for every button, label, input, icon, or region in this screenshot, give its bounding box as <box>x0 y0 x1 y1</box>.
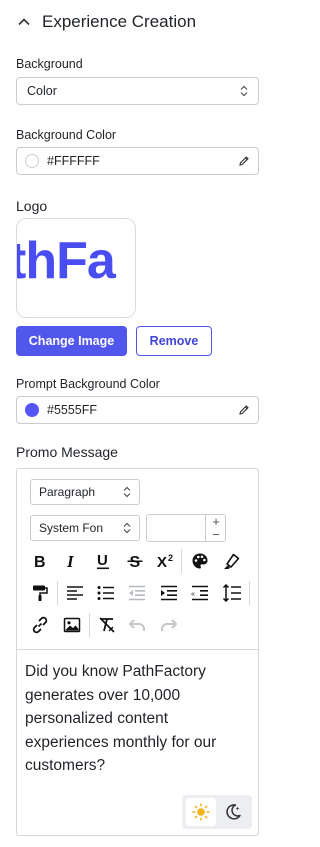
paint-roller-icon[interactable] <box>28 581 52 605</box>
font-family-select[interactable]: System Fon <box>30 515 140 541</box>
bold-icon[interactable]: B <box>28 549 52 573</box>
logo-preview: thFa <box>16 218 136 318</box>
remove-button[interactable]: Remove <box>136 326 212 356</box>
outdent-icon <box>125 581 149 605</box>
promo-message-content[interactable]: Did you know PathFactory generates over … <box>17 649 258 778</box>
background-color-field[interactable]: #FFFFFF <box>16 147 259 175</box>
pencil-icon[interactable] <box>238 404 250 416</box>
rich-text-editor[interactable]: Paragraph System Fon + − B I U S X2 « Di… <box>16 468 259 836</box>
prompt-background-color-swatch[interactable] <box>25 403 39 417</box>
redo-icon <box>157 613 181 637</box>
background-select-value: Color <box>27 84 57 98</box>
underline-icon[interactable]: U <box>91 549 115 573</box>
background-label: Background <box>16 57 83 71</box>
block-format-value: Paragraph <box>39 485 96 499</box>
select-caret-icon <box>240 85 248 97</box>
prompt-background-color-field[interactable]: #5555FF <box>16 396 259 424</box>
select-caret-icon <box>123 486 131 498</box>
strikethrough-icon[interactable]: S <box>123 549 147 573</box>
chevron-up-icon[interactable] <box>12 10 36 34</box>
background-color-swatch[interactable] <box>25 154 39 168</box>
bulleted-list-icon[interactable] <box>94 581 118 605</box>
sun-icon[interactable] <box>186 798 216 826</box>
italic-icon[interactable]: I <box>60 549 84 573</box>
logo-label: Logo <box>16 198 48 214</box>
section-header[interactable]: Experience Creation <box>12 10 196 34</box>
superscript-icon[interactable]: X2 <box>154 549 178 573</box>
line-height-icon[interactable] <box>220 581 244 605</box>
pencil-icon[interactable] <box>238 155 250 167</box>
block-format-select[interactable]: Paragraph <box>30 479 140 505</box>
align-left-icon[interactable] <box>63 581 87 605</box>
font-family-value: System Fon <box>39 521 104 535</box>
svg-text:X: X <box>157 554 167 569</box>
change-image-button[interactable]: Change Image <box>16 326 127 356</box>
svg-text:B: B <box>34 554 46 569</box>
promo-message-label: Promo Message <box>16 444 118 460</box>
clear-formatting-icon[interactable] <box>95 613 119 637</box>
font-size-input[interactable]: + − <box>146 514 226 542</box>
svg-text:«: « <box>191 591 195 598</box>
text-direction-icon[interactable]: « <box>188 581 212 605</box>
svg-text:U: U <box>97 552 108 569</box>
indent-icon[interactable] <box>157 581 181 605</box>
image-icon[interactable] <box>60 613 84 637</box>
palette-icon[interactable] <box>188 549 212 573</box>
prompt-background-color-label: Prompt Background Color <box>16 377 160 391</box>
theme-toggle[interactable] <box>182 795 252 829</box>
decrease-font-size-icon[interactable]: − <box>207 527 225 542</box>
background-color-value: #FFFFFF <box>47 154 100 168</box>
moon-icon[interactable] <box>218 798 248 826</box>
prompt-background-color-value: #5555FF <box>47 403 98 417</box>
link-icon[interactable] <box>28 613 52 637</box>
svg-text:2: 2 <box>168 553 173 563</box>
logo-image: thFa <box>16 232 116 290</box>
background-select[interactable]: Color <box>16 77 259 105</box>
highlighter-icon[interactable] <box>220 549 244 573</box>
select-caret-icon <box>123 522 131 534</box>
section-title: Experience Creation <box>42 12 197 31</box>
background-color-label: Background Color <box>16 128 117 142</box>
svg-text:I: I <box>66 553 75 569</box>
undo-icon <box>125 613 149 637</box>
